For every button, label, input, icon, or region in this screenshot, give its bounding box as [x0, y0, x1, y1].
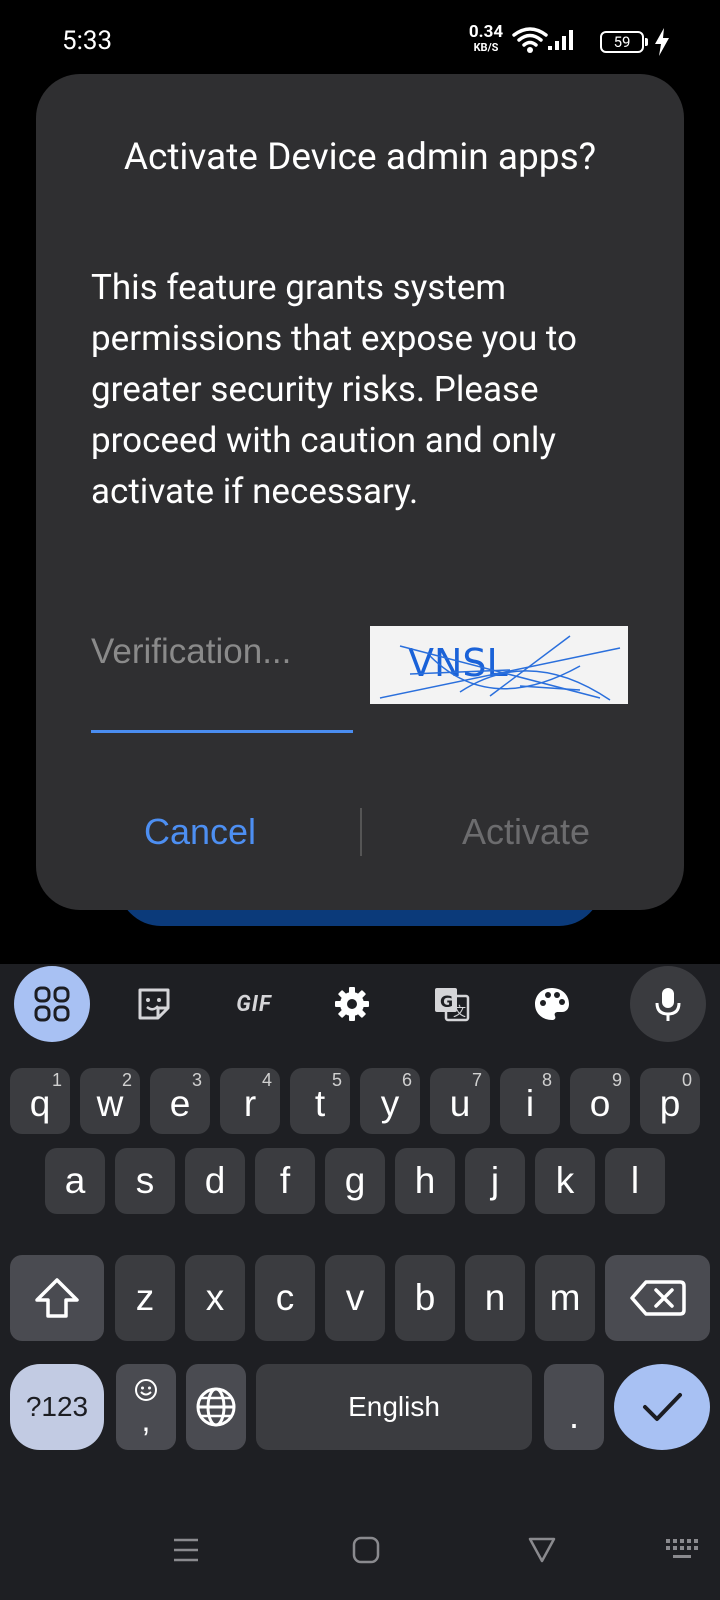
captcha-text: VNSL: [408, 641, 508, 685]
mic-icon: [655, 988, 681, 1021]
key-g[interactable]: g: [325, 1148, 385, 1214]
key-z[interactable]: z: [115, 1255, 175, 1341]
verification-input[interactable]: [91, 622, 353, 682]
done-key[interactable]: [614, 1364, 710, 1450]
period-key[interactable]: .: [544, 1364, 604, 1450]
key-x[interactable]: x: [185, 1255, 245, 1341]
space-key[interactable]: English: [256, 1364, 532, 1450]
key-p[interactable]: 0p: [640, 1068, 700, 1134]
symbols-key[interactable]: ?123: [10, 1364, 104, 1450]
emoji-comma-key[interactable]: ,: [116, 1364, 176, 1450]
wifi-icon: [512, 27, 548, 53]
verification-input-underline: [91, 730, 353, 733]
keyboard-settings-button[interactable]: [314, 966, 390, 1042]
theme-button[interactable]: [514, 966, 590, 1042]
menu-lines-icon: [174, 1538, 198, 1562]
key-t[interactable]: 5t: [290, 1068, 350, 1134]
key-w[interactable]: 2w: [80, 1068, 140, 1134]
key-y[interactable]: 6y: [360, 1068, 420, 1134]
emoji-icon: [135, 1379, 157, 1401]
globe-icon: [196, 1387, 236, 1427]
home-button[interactable]: [336, 1510, 396, 1590]
check-icon: [643, 1393, 682, 1421]
charging-bolt-icon: [655, 28, 669, 56]
signal-icon: [548, 30, 573, 50]
network-speed: 0.34 KB/S: [462, 22, 510, 54]
gear-icon: [335, 987, 369, 1021]
key-e[interactable]: 3e: [150, 1068, 210, 1134]
cancel-button[interactable]: Cancel: [100, 796, 300, 868]
network-speed-value: 0.34: [468, 22, 504, 42]
back-button[interactable]: [512, 1510, 572, 1590]
key-u[interactable]: 7u: [430, 1068, 490, 1134]
status-time: 5:33: [62, 26, 113, 56]
recent-apps-button[interactable]: [156, 1510, 216, 1590]
gif-button[interactable]: GIF: [216, 966, 292, 1042]
key-b[interactable]: b: [395, 1255, 455, 1341]
keyboard: GIF G 文 1 q 2 w 3 e 4 r 5 t 6 y 7 u 8 i …: [0, 964, 720, 1600]
shift-icon: [35, 1278, 79, 1318]
network-speed-unit: KB/S: [473, 41, 499, 54]
palette-icon: [535, 988, 569, 1020]
key-r[interactable]: 4r: [220, 1068, 280, 1134]
svg-text:G: G: [440, 992, 453, 1011]
dialog-message: This feature grants system permissions t…: [91, 267, 578, 512]
grid-icon: [34, 986, 70, 1022]
key-q[interactable]: 1q: [10, 1068, 70, 1134]
keyboard-switch-button[interactable]: [654, 1510, 714, 1590]
home-square-icon: [352, 1536, 380, 1564]
button-divider: [360, 808, 362, 856]
sticker-button[interactable]: [116, 966, 192, 1042]
backspace-icon: [629, 1280, 686, 1316]
language-key[interactable]: [186, 1364, 246, 1450]
key-d[interactable]: d: [185, 1148, 245, 1214]
key-k[interactable]: k: [535, 1148, 595, 1214]
status-bar: 5:33 0.34 KB/S 59: [0, 0, 720, 80]
key-i[interactable]: 8i: [500, 1068, 560, 1134]
keyboard-toolbar: GIF G 文: [0, 964, 720, 1044]
key-v[interactable]: v: [325, 1255, 385, 1341]
back-triangle-icon: [528, 1537, 556, 1563]
key-o[interactable]: 9o: [570, 1068, 630, 1134]
activate-button[interactable]: Activate: [416, 796, 636, 868]
activate-device-admin-dialog: Activate Device admin apps? This feature…: [36, 74, 684, 910]
key-a[interactable]: a: [45, 1148, 105, 1214]
dialog-title: Activate Device admin apps?: [123, 136, 597, 179]
translate-button[interactable]: G 文: [414, 966, 490, 1042]
key-s[interactable]: s: [115, 1148, 175, 1214]
gif-label: GIF: [236, 991, 272, 1017]
key-f[interactable]: f: [255, 1148, 315, 1214]
shift-key[interactable]: [10, 1255, 104, 1341]
keyboard-icon: [666, 1539, 698, 1558]
battery-icon: 59: [600, 31, 648, 53]
key-j[interactable]: j: [465, 1148, 525, 1214]
key-h[interactable]: h: [395, 1148, 455, 1214]
apps-grid-button[interactable]: [14, 966, 90, 1042]
sticker-icon: [138, 988, 170, 1020]
svg-text:文: 文: [453, 1005, 466, 1020]
key-l[interactable]: l: [605, 1148, 665, 1214]
key-c[interactable]: c: [255, 1255, 315, 1341]
navigation-bar: [0, 1510, 720, 1600]
key-n[interactable]: n: [465, 1255, 525, 1341]
battery-level: 59: [613, 33, 631, 51]
key-m[interactable]: m: [535, 1255, 595, 1341]
translate-icon: G 文: [435, 988, 470, 1022]
captcha-image[interactable]: VNSL: [370, 626, 628, 704]
voice-input-button[interactable]: [630, 966, 706, 1042]
backspace-key[interactable]: [605, 1255, 710, 1341]
